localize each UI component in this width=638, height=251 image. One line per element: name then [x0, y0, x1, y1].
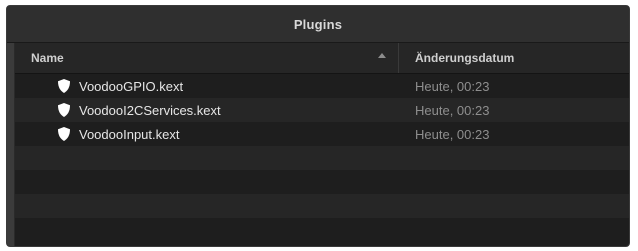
file-row[interactable]: VoodooInput.kext Heute, 00:23: [15, 122, 629, 146]
column-header-bar: Name Änderungsdatum: [15, 43, 629, 74]
empty-row: [15, 218, 629, 242]
file-date: Heute, 00:23: [415, 126, 490, 142]
file-row[interactable]: VoodooGPIO.kext Heute, 00:23: [15, 74, 629, 98]
file-name-cell: VoodooGPIO.kext: [15, 78, 399, 94]
file-name-cell: VoodooInput.kext: [15, 126, 399, 142]
file-name: VoodooGPIO.kext: [79, 78, 184, 94]
file-date: Heute, 00:23: [415, 102, 490, 118]
empty-row: [15, 170, 629, 194]
sidebar-edge: [7, 43, 15, 246]
empty-row: [15, 194, 629, 218]
file-row[interactable]: VoodooI2CServices.kext Heute, 00:23: [15, 98, 629, 122]
column-header-name-label: Name: [31, 51, 64, 65]
file-name-cell: VoodooI2CServices.kext: [15, 102, 399, 118]
kext-shield-icon: [58, 79, 70, 93]
kext-shield-icon: [58, 127, 70, 141]
column-header-date[interactable]: Änderungsdatum: [399, 43, 629, 73]
finder-window: Plugins Name Änderungsdatum VoodooGPIO.k…: [6, 5, 630, 247]
file-list: VoodooGPIO.kext Heute, 00:23 VoodooI2CSe…: [15, 74, 629, 246]
column-header-date-label: Änderungsdatum: [415, 51, 515, 65]
window-title: Plugins: [293, 16, 343, 32]
column-header-name[interactable]: Name: [15, 43, 399, 73]
empty-row: [15, 146, 629, 170]
file-name: VoodooI2CServices.kext: [79, 102, 221, 118]
window-titlebar[interactable]: Plugins: [7, 6, 629, 43]
sort-ascending-icon[interactable]: [378, 53, 386, 58]
file-date: Heute, 00:23: [415, 78, 490, 94]
file-name: VoodooInput.kext: [79, 126, 180, 142]
kext-shield-icon: [58, 103, 70, 117]
